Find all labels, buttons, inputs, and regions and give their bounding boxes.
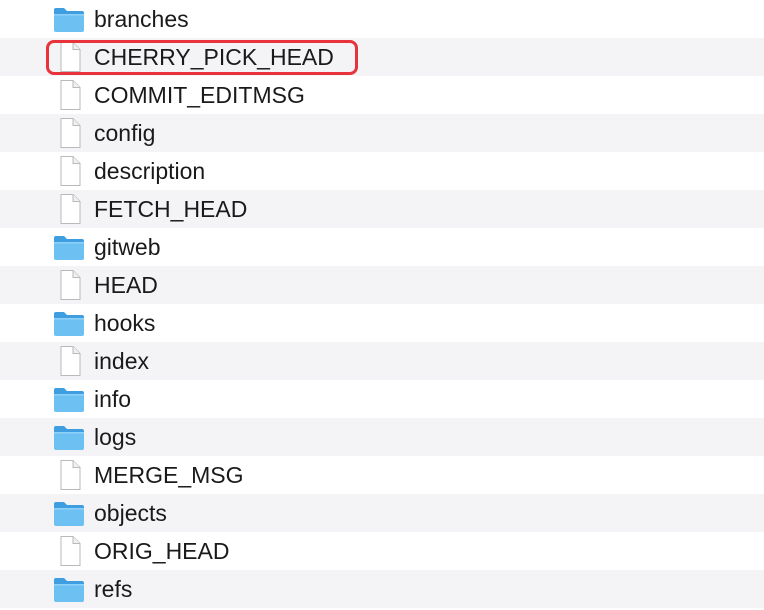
- folder-row[interactable]: logs: [0, 418, 764, 456]
- document-icon: [52, 41, 86, 73]
- folder-icon: [52, 383, 86, 415]
- item-name: MERGE_MSG: [94, 462, 244, 488]
- item-name: gitweb: [94, 234, 161, 260]
- document-icon: [52, 535, 86, 567]
- item-name: COMMIT_EDITMSG: [94, 82, 305, 108]
- folder-icon: [52, 231, 86, 263]
- file-row[interactable]: ORIG_HEAD: [0, 532, 764, 570]
- item-name: index: [94, 348, 149, 374]
- file-row[interactable]: config: [0, 114, 764, 152]
- document-icon: [52, 459, 86, 491]
- document-icon: [52, 155, 86, 187]
- item-name: FETCH_HEAD: [94, 196, 248, 222]
- file-row[interactable]: HEAD: [0, 266, 764, 304]
- file-row[interactable]: index: [0, 342, 764, 380]
- document-icon: [52, 117, 86, 149]
- folder-icon: [52, 421, 86, 453]
- document-icon: [52, 345, 86, 377]
- item-name: branches: [94, 6, 189, 32]
- file-row[interactable]: COMMIT_EDITMSG: [0, 76, 764, 114]
- folder-row[interactable]: info: [0, 380, 764, 418]
- file-list: branches CHERRY_PICK_HEAD COMMIT_EDITMSGco…: [0, 0, 764, 610]
- item-name: hooks: [94, 310, 156, 336]
- file-row[interactable]: description: [0, 152, 764, 190]
- document-icon: [52, 79, 86, 111]
- folder-icon: [52, 573, 86, 605]
- item-name: HEAD: [94, 272, 158, 298]
- folder-row[interactable]: branches: [0, 0, 764, 38]
- folder-row[interactable]: objects: [0, 494, 764, 532]
- item-name: refs: [94, 576, 133, 602]
- item-name: objects: [94, 500, 167, 526]
- folder-row[interactable]: hooks: [0, 304, 764, 342]
- item-name: logs: [94, 424, 137, 450]
- item-name: config: [94, 120, 156, 146]
- folder-icon: [52, 3, 86, 35]
- file-row[interactable]: CHERRY_PICK_HEAD: [0, 38, 764, 76]
- file-row[interactable]: MERGE_MSG: [0, 456, 764, 494]
- folder-icon: [52, 497, 86, 529]
- item-name: description: [94, 158, 206, 184]
- folder-icon: [52, 307, 86, 339]
- document-icon: [52, 193, 86, 225]
- item-name: info: [94, 386, 132, 412]
- folder-row[interactable]: refs: [0, 570, 764, 608]
- file-row[interactable]: FETCH_HEAD: [0, 190, 764, 228]
- item-name: CHERRY_PICK_HEAD: [94, 44, 334, 70]
- folder-row[interactable]: gitweb: [0, 228, 764, 266]
- item-name: ORIG_HEAD: [94, 538, 230, 564]
- document-icon: [52, 269, 86, 301]
